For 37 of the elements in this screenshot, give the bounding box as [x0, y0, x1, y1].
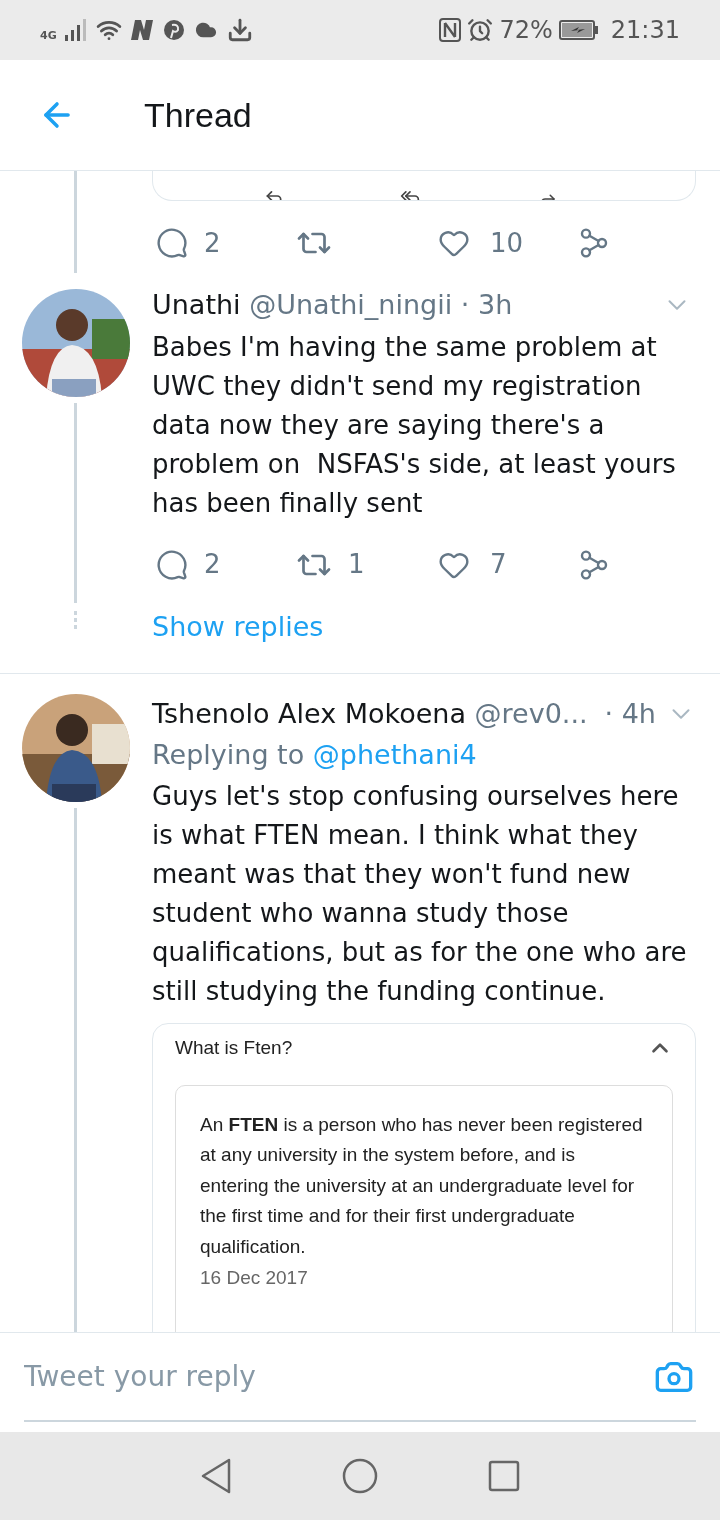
share-icon[interactable]: [578, 548, 610, 581]
tweet-text: Babes I'm having the same problem at UWC they didn't send my registration data now they are saying there's a problem on NSFAS's side, at least yours has been finally sent: [152, 330, 677, 520]
mention-link[interactable]: @phethani4: [312, 738, 477, 770]
clock: 21:31: [610, 15, 680, 46]
battery-percent: 72%: [499, 15, 553, 46]
network-type: 4G: [40, 27, 57, 44]
download-icon: [226, 17, 253, 43]
header-title: Thread: [144, 94, 252, 136]
tweet-text: Guys let's stop confusing ourselves here is what FTEN mean. I think what they meant was that they won't fund new student who wanna study those qualifications, but as for the one who are still studying the funding continue.: [152, 780, 688, 1008]
tweet-time: · 4h: [604, 697, 656, 731]
reply-field[interactable]: Tweet your reply: [24, 1355, 652, 1398]
pin-logo-icon: [162, 19, 185, 41]
reply-icon[interactable]: [156, 227, 188, 259]
show-replies-link[interactable]: Show replies: [152, 606, 696, 647]
alarm-icon: [467, 17, 494, 43]
author-handle[interactable]: @rev0...: [474, 698, 588, 729]
answer-text: An FTEN is a person who has never been registered at any university in the system before, and is entering the university at an undergraduate level for the first time and for their first undergraduate qualification.: [200, 1112, 644, 1259]
home-nav-icon[interactable]: [342, 1458, 378, 1494]
author-handle[interactable]: @Unathi_ningii · 3h: [249, 289, 513, 320]
share-icon[interactable]: [578, 227, 610, 259]
answer-date: 16 Dec 2017: [200, 1266, 309, 1290]
recents-nav-icon[interactable]: [488, 1460, 520, 1492]
author-name[interactable]: Unathi: [152, 289, 241, 320]
like-count: 7: [490, 548, 507, 581]
replying-label: Replying to: [152, 738, 305, 770]
back-nav-icon[interactable]: [200, 1458, 232, 1494]
reply-count: 2: [204, 226, 221, 260]
like-count: 10: [490, 226, 524, 260]
reply-icon[interactable]: [156, 548, 188, 581]
app-logo-icon: [130, 20, 155, 40]
author-name[interactable]: Tshenolo Alex Mokoena: [152, 698, 466, 729]
signal-icon: [64, 19, 87, 41]
card-question: What is Ften?: [175, 1036, 293, 1060]
nfc-icon: [439, 18, 462, 42]
reply-count: 2: [204, 548, 221, 581]
battery-icon: [558, 20, 599, 40]
retweet-count: 1: [348, 548, 365, 581]
